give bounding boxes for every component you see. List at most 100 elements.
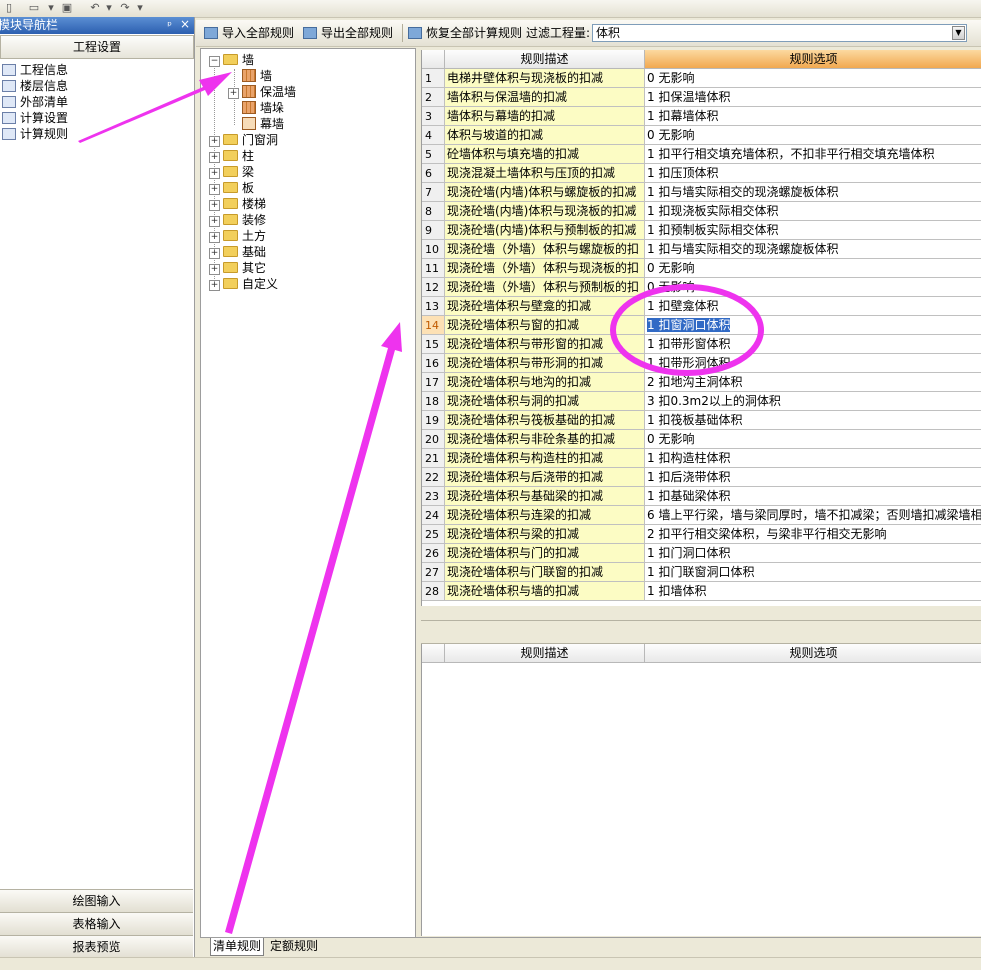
new-file-icon[interactable]: ▯: [2, 1, 16, 14]
tree-node-category[interactable]: + 板: [209, 180, 254, 196]
open-dropdown-icon[interactable]: ▾: [44, 1, 58, 14]
row-number[interactable]: 3: [422, 107, 445, 126]
expand-icon[interactable]: +: [209, 152, 220, 163]
row-number[interactable]: 14: [422, 316, 445, 335]
sub-rule-option-header[interactable]: 规则选项: [645, 644, 981, 663]
tree-node-category[interactable]: + 基础: [209, 244, 266, 260]
rule-option-header[interactable]: 规则选项: [645, 50, 981, 69]
rule-option-cell[interactable]: 1 扣平行相交填充墙体积，不扣非平行相交填充墙体积: [645, 145, 981, 164]
nav-item-floor-info[interactable]: 楼层信息: [2, 78, 68, 94]
rule-option-cell[interactable]: 1 扣筏板基础体积: [645, 411, 981, 430]
row-number[interactable]: 7: [422, 183, 445, 202]
table-row[interactable]: 5 砼墙体积与填充墙的扣减 1 扣平行相交填充墙体积，不扣非平行相交填充墙体积: [422, 145, 981, 164]
rule-description-cell[interactable]: 现浇砼墙体积与门联窗的扣减: [445, 563, 645, 582]
tree-node-category[interactable]: + 柱: [209, 148, 254, 164]
import-all-rules-button[interactable]: 导入全部规则: [204, 25, 294, 41]
row-number[interactable]: 5: [422, 145, 445, 164]
table-row[interactable]: 11 现浇砼墙（外墙）体积与现浇板的扣 0 无影响: [422, 259, 981, 278]
rule-description-cell[interactable]: 现浇砼墙(内墙)体积与螺旋板的扣减: [445, 183, 645, 202]
tree-node-pilaster[interactable]: 墙垛: [242, 100, 284, 116]
rule-description-cell[interactable]: 现浇砼墙体积与带形洞的扣减: [445, 354, 645, 373]
table-row[interactable]: 27 现浇砼墙体积与门联窗的扣减 1 扣门联窗洞口体积: [422, 563, 981, 582]
rule-option-cell[interactable]: 1 扣构造柱体积: [645, 449, 981, 468]
tree-node-wall-root[interactable]: − 墙: [209, 52, 254, 68]
chevron-down-icon[interactable]: ▼: [952, 26, 965, 40]
table-row[interactable]: 18 现浇砼墙体积与洞的扣减 3 扣0.3m2以上的洞体积: [422, 392, 981, 411]
undo-dropdown-icon[interactable]: ▾: [102, 1, 116, 14]
table-row[interactable]: 15 现浇砼墙体积与带形窗的扣减 1 扣带形窗体积: [422, 335, 981, 354]
rule-description-cell[interactable]: 现浇砼墙体积与地沟的扣减: [445, 373, 645, 392]
table-row[interactable]: 13 现浇砼墙体积与壁龛的扣减 1 扣壁龛体积: [422, 297, 981, 316]
restore-all-rules-button[interactable]: 恢复全部计算规则: [408, 25, 522, 41]
rule-description-cell[interactable]: 现浇砼墙体积与洞的扣减: [445, 392, 645, 411]
rule-option-cell[interactable]: 1 扣幕墙体积: [645, 107, 981, 126]
table-row[interactable]: 12 现浇砼墙（外墙）体积与预制板的扣 0 无影响: [422, 278, 981, 297]
rule-option-cell[interactable]: 3 扣0.3m2以上的洞体积: [645, 392, 981, 411]
rule-description-cell[interactable]: 现浇砼墙体积与门的扣减: [445, 544, 645, 563]
rule-option-cell[interactable]: 0 无影响: [645, 259, 981, 278]
sub-rule-description-header[interactable]: 规则描述: [445, 644, 645, 663]
rule-description-cell[interactable]: 现浇砼墙（外墙）体积与螺旋板的扣: [445, 240, 645, 259]
row-number[interactable]: 20: [422, 430, 445, 449]
project-settings-button[interactable]: 工程设置: [0, 35, 194, 59]
row-number[interactable]: 11: [422, 259, 445, 278]
rule-option-cell[interactable]: 1 扣带形窗体积: [645, 335, 981, 354]
nav-item-external-list[interactable]: 外部清单: [2, 94, 68, 110]
rule-description-cell[interactable]: 现浇砼墙体积与后浇带的扣减: [445, 468, 645, 487]
table-row[interactable]: 21 现浇砼墙体积与构造柱的扣减 1 扣构造柱体积: [422, 449, 981, 468]
rule-option-cell[interactable]: 0 无影响: [645, 430, 981, 449]
rule-option-cell[interactable]: 0 无影响: [645, 69, 981, 88]
rule-description-cell[interactable]: 现浇混凝土墙体积与压顶的扣减: [445, 164, 645, 183]
expand-icon[interactable]: +: [209, 136, 220, 147]
rule-description-cell[interactable]: 砼墙体积与填充墙的扣减: [445, 145, 645, 164]
rule-description-cell[interactable]: 墙体积与幕墙的扣减: [445, 107, 645, 126]
table-row[interactable]: 22 现浇砼墙体积与后浇带的扣减 1 扣后浇带体积: [422, 468, 981, 487]
rule-option-cell[interactable]: 1 扣后浇带体积: [645, 468, 981, 487]
tree-node-category[interactable]: + 装修: [209, 212, 266, 228]
expand-icon[interactable]: +: [209, 280, 220, 291]
tree-node-category[interactable]: + 自定义: [209, 276, 278, 292]
row-number[interactable]: 19: [422, 411, 445, 430]
expand-icon[interactable]: +: [209, 184, 220, 195]
expand-icon[interactable]: +: [209, 232, 220, 243]
pin-icon[interactable]: ᵖ: [167, 17, 172, 34]
report-preview-button[interactable]: 报表预览: [0, 935, 193, 958]
rule-description-cell[interactable]: 现浇砼墙体积与连梁的扣减: [445, 506, 645, 525]
row-number[interactable]: 10: [422, 240, 445, 259]
row-number[interactable]: 24: [422, 506, 445, 525]
rule-option-cell[interactable]: 1 扣带形洞体积: [645, 354, 981, 373]
expand-icon[interactable]: +: [209, 200, 220, 211]
rule-option-cell[interactable]: 1 扣预制板实际相交体积: [645, 221, 981, 240]
rule-option-cell[interactable]: 1 扣保温墙体积: [645, 88, 981, 107]
close-icon[interactable]: ×: [180, 16, 190, 33]
table-row[interactable]: 20 现浇砼墙体积与非砼条基的扣减 0 无影响: [422, 430, 981, 449]
rule-description-cell[interactable]: 现浇砼墙体积与壁龛的扣减: [445, 297, 645, 316]
rule-description-cell[interactable]: 现浇砼墙体积与筏板基础的扣减: [445, 411, 645, 430]
filter-quantity-select[interactable]: 体积 ▼: [592, 24, 967, 42]
drawing-input-button[interactable]: 绘图输入: [0, 889, 193, 912]
table-row[interactable]: 2 墙体积与保温墙的扣减 1 扣保温墙体积: [422, 88, 981, 107]
rule-option-cell[interactable]: 1 扣壁龛体积: [645, 297, 981, 316]
tree-node-wall[interactable]: 墙: [242, 68, 272, 84]
rule-description-cell[interactable]: 现浇砼墙体积与基础梁的扣减: [445, 487, 645, 506]
rule-description-cell[interactable]: 电梯井壁体积与现浇板的扣减: [445, 69, 645, 88]
table-row[interactable]: 10 现浇砼墙（外墙）体积与螺旋板的扣 1 扣与墙实际相交的现浇螺旋板体积: [422, 240, 981, 259]
rule-option-cell[interactable]: 1 扣门洞口体积: [645, 544, 981, 563]
rule-option-cell[interactable]: 1 扣基础梁体积: [645, 487, 981, 506]
row-number[interactable]: 4: [422, 126, 445, 145]
rule-description-cell[interactable]: 现浇砼墙体积与非砼条基的扣减: [445, 430, 645, 449]
table-row[interactable]: 8 现浇砼墙(内墙)体积与现浇板的扣减 1 扣现浇板实际相交体积: [422, 202, 981, 221]
row-number[interactable]: 1: [422, 69, 445, 88]
rule-option-cell[interactable]: 1 扣与墙实际相交的现浇螺旋板体积: [645, 183, 981, 202]
row-number[interactable]: 22: [422, 468, 445, 487]
tab-bill-rules[interactable]: 清单规则: [210, 938, 265, 956]
rule-description-cell[interactable]: 现浇砼墙体积与构造柱的扣减: [445, 449, 645, 468]
rule-option-cell[interactable]: 2 扣平行相交梁体积，与梁非平行相交无影响: [645, 525, 981, 544]
row-number[interactable]: 21: [422, 449, 445, 468]
row-number[interactable]: 27: [422, 563, 445, 582]
tree-node-category[interactable]: + 楼梯: [209, 196, 266, 212]
rule-description-cell[interactable]: 现浇砼墙体积与带形窗的扣减: [445, 335, 645, 354]
rule-description-cell[interactable]: 墙体积与保温墙的扣减: [445, 88, 645, 107]
rule-description-cell[interactable]: 现浇砼墙体积与窗的扣减: [445, 316, 645, 335]
panel-splitter[interactable]: [421, 620, 981, 644]
